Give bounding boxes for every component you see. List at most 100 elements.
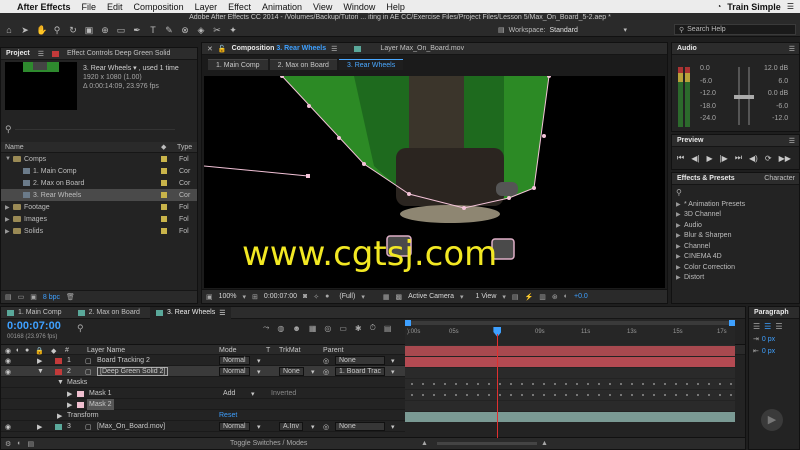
keyframe-dot[interactable]: [488, 383, 490, 385]
new-folder-icon[interactable]: ▭: [18, 293, 25, 301]
zoom-out-icon[interactable]: ▲: [421, 440, 428, 447]
tab-composition[interactable]: Composition 3. Rear Wheels: [232, 45, 327, 52]
layer-duration-bar[interactable]: [405, 346, 735, 356]
keyframe-dot[interactable]: [543, 383, 545, 385]
transform-reset-link[interactable]: Reset: [219, 410, 237, 421]
mask-row[interactable]: ▶ Mask 1 Add ▾ Inverted: [1, 388, 405, 399]
work-area-end[interactable]: [729, 320, 735, 326]
keyframe-dot[interactable]: [422, 383, 424, 385]
type-tool-icon[interactable]: T: [148, 25, 158, 35]
disclosure-closed-icon[interactable]: ▶: [676, 243, 684, 250]
roto-tool-icon[interactable]: ✂: [212, 25, 222, 35]
keyframe-dot[interactable]: [642, 383, 644, 385]
pen-tool-icon[interactable]: ✒: [132, 25, 142, 35]
keyframe-dot[interactable]: [653, 383, 655, 385]
puppet-tool-icon[interactable]: ✦: [228, 25, 238, 35]
layer-label-swatch[interactable]: [55, 357, 62, 364]
chevron-down-icon[interactable]: ▾: [502, 293, 506, 301]
color-channels-icon[interactable]: ●: [325, 293, 329, 300]
tab-layer[interactable]: Layer Max_On_Board.mov: [380, 45, 464, 52]
timeline-icon[interactable]: ▥: [539, 293, 546, 301]
disclosure-closed-icon[interactable]: ▶: [57, 410, 62, 421]
comp-timecode[interactable]: 0:00:07:00: [264, 293, 297, 300]
keyframe-dot[interactable]: [686, 383, 688, 385]
keyframe-dot[interactable]: [697, 383, 699, 385]
next-frame-icon[interactable]: |▶: [720, 154, 728, 163]
menu-list-icon[interactable]: ☰: [787, 2, 794, 11]
layer-label-swatch[interactable]: [55, 423, 62, 430]
loop-icon[interactable]: ⟳: [765, 154, 772, 163]
comp-subtab-main[interactable]: 1. Main Comp: [208, 59, 268, 70]
label-swatch[interactable]: [161, 192, 167, 198]
mask-2-name[interactable]: Mask 2: [87, 399, 114, 410]
menu-animation[interactable]: Animation: [262, 2, 302, 12]
keyframe-dot[interactable]: [719, 394, 721, 396]
menu-window[interactable]: Window: [343, 2, 375, 12]
chevron-down-icon[interactable]: ▾: [311, 421, 315, 432]
tab-character[interactable]: Character: [764, 175, 795, 182]
keyframe-dot[interactable]: [444, 394, 446, 396]
label-swatch[interactable]: [161, 216, 167, 222]
keyframe-dot[interactable]: [631, 383, 633, 385]
pixel-aspect-icon[interactable]: ▤: [512, 293, 519, 301]
tab-effects-presets[interactable]: Effects & Presets: [677, 175, 735, 182]
disclosure-closed-icon[interactable]: ▶: [676, 211, 684, 218]
layer-mode-select[interactable]: Normal: [219, 422, 250, 431]
label-swatch[interactable]: [161, 156, 167, 162]
disclosure-closed-icon[interactable]: ▶: [5, 204, 13, 211]
tab-project[interactable]: Project: [6, 50, 30, 57]
keyframe-dot[interactable]: [499, 383, 501, 385]
pickwhip-icon[interactable]: ◎: [323, 421, 329, 432]
label-swatch[interactable]: [161, 204, 167, 210]
menu-layer[interactable]: Layer: [195, 2, 218, 12]
disclosure-closed-icon[interactable]: ▶: [37, 355, 42, 366]
keyframe-dot[interactable]: [554, 394, 556, 396]
layer-name[interactable]: Board Tracking 2: [97, 355, 150, 366]
frame-blending-icon[interactable]: ▦: [309, 324, 317, 333]
keyframe-dot[interactable]: [620, 394, 622, 396]
label-swatch[interactable]: [161, 228, 167, 234]
zoom-in-icon[interactable]: ▲: [541, 440, 548, 447]
disclosure-closed-icon[interactable]: ▶: [676, 201, 684, 208]
selection-tool-icon[interactable]: ➤: [20, 25, 30, 35]
view-layout-select[interactable]: 1 View: [476, 293, 497, 300]
comp-subtab-rear-wheels[interactable]: 3. Rear Wheels: [338, 59, 404, 70]
mute-icon[interactable]: ◀): [749, 154, 758, 163]
comp-mini-flowchart-icon[interactable]: ⤳: [263, 323, 269, 333]
tag-icon[interactable]: ◆: [161, 143, 166, 151]
play-icon[interactable]: ▶: [706, 154, 712, 163]
effects-category[interactable]: ▶ 3D Channel: [676, 210, 799, 221]
pan-behind-icon[interactable]: ⊕: [100, 25, 110, 35]
keyframe-dot[interactable]: [631, 394, 633, 396]
keyframe-dot[interactable]: [565, 383, 567, 385]
keyframe-dot[interactable]: [433, 394, 435, 396]
eye-icon[interactable]: ◉: [5, 366, 11, 377]
keyframe-dot[interactable]: [532, 394, 534, 396]
project-menu-icon[interactable]: ☰: [38, 50, 44, 58]
first-frame-icon[interactable]: ⏮: [677, 153, 684, 163]
track-area[interactable]: [405, 334, 735, 438]
keyframe-dot[interactable]: [466, 394, 468, 396]
hide-shy-icon[interactable]: ☻: [292, 324, 300, 333]
zoom-tool-icon[interactable]: ⚲: [52, 25, 62, 35]
keyframe-dot[interactable]: [598, 383, 600, 385]
home-icon[interactable]: ⌂: [4, 25, 14, 35]
keyframe-dot[interactable]: [675, 394, 677, 396]
keyframe-dot[interactable]: [708, 383, 710, 385]
effects-category[interactable]: ▶ Channel: [676, 241, 799, 252]
last-frame-icon[interactable]: ⏭: [735, 153, 742, 163]
project-search-icon[interactable]: ⚲: [5, 124, 12, 135]
disclosure-closed-icon[interactable]: ▶: [5, 216, 13, 223]
disclosure-open-icon[interactable]: ▼: [37, 366, 44, 377]
chevron-down-icon[interactable]: ▾: [257, 421, 261, 432]
chevron-down-icon[interactable]: ▾: [460, 293, 464, 301]
disclosure-closed-icon[interactable]: ▶: [5, 228, 13, 235]
trash-icon[interactable]: 🗑: [66, 293, 75, 301]
align-right-icon[interactable]: ☰: [775, 322, 782, 331]
disclosure-closed-icon[interactable]: ▶: [67, 399, 72, 410]
timeline-tab-max-on-board[interactable]: 2. Max on Board: [72, 309, 146, 316]
indent-left-value[interactable]: 0 px: [762, 336, 775, 343]
effects-category[interactable]: ▶ Audio: [676, 220, 799, 231]
disclosure-closed-icon[interactable]: ▶: [676, 274, 684, 281]
layer-mode-select[interactable]: Normal: [219, 356, 250, 365]
